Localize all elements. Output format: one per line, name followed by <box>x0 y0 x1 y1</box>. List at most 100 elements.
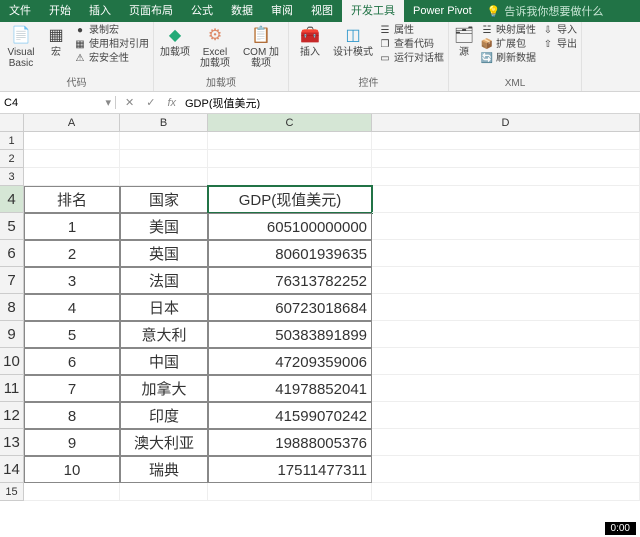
tab-layout[interactable]: 页面布局 <box>120 0 182 22</box>
cell-gdp[interactable]: 50383891899 <box>208 321 372 348</box>
design-mode-button[interactable]: ◫设计模式 <box>333 24 373 58</box>
cell[interactable] <box>120 150 208 168</box>
cell-gdp[interactable]: 19888005376 <box>208 429 372 456</box>
cell-country[interactable]: 英国 <box>120 240 208 267</box>
tab-review[interactable]: 审阅 <box>262 0 302 22</box>
cell[interactable] <box>372 456 640 483</box>
cell[interactable] <box>372 186 640 213</box>
cell[interactable] <box>120 168 208 186</box>
cell-gdp[interactable]: 47209359006 <box>208 348 372 375</box>
row-14[interactable]: 14 <box>0 456 24 483</box>
excel-addin-button[interactable]: ⚙Excel 加载项 <box>198 24 232 69</box>
row-1[interactable]: 1 <box>0 132 24 150</box>
cell[interactable] <box>24 168 120 186</box>
cancel-icon[interactable]: ✕ <box>122 96 137 109</box>
row-2[interactable]: 2 <box>0 150 24 168</box>
expand-button[interactable]: 📦扩展包 <box>481 38 536 51</box>
relative-ref-button[interactable]: ▦使用相对引用 <box>74 38 149 51</box>
cell[interactable] <box>372 168 640 186</box>
import-button[interactable]: ⇩导入 <box>542 24 577 37</box>
tab-view[interactable]: 视图 <box>302 0 342 22</box>
tab-pivot[interactable]: Power Pivot <box>404 0 481 22</box>
cell[interactable] <box>24 132 120 150</box>
cell-rank[interactable]: 7 <box>24 375 120 402</box>
name-box-input[interactable] <box>4 97 84 109</box>
formula-input[interactable] <box>185 97 634 109</box>
confirm-icon[interactable]: ✓ <box>143 96 158 109</box>
col-D[interactable]: D <box>372 114 640 131</box>
cell-gdp[interactable]: 60723018684 <box>208 294 372 321</box>
row-15[interactable]: 15 <box>0 483 24 501</box>
cell[interactable] <box>372 132 640 150</box>
cell-gdp[interactable]: 605100000000 <box>208 213 372 240</box>
cell[interactable] <box>372 429 640 456</box>
cell-rank[interactable]: 8 <box>24 402 120 429</box>
com-addin-button[interactable]: 📋COM 加载项 <box>238 24 284 69</box>
row-7[interactable]: 7 <box>0 267 24 294</box>
properties-button[interactable]: ☰属性 <box>379 24 444 37</box>
cell-rank[interactable]: 3 <box>24 267 120 294</box>
cell[interactable] <box>208 483 372 501</box>
col-C[interactable]: C <box>208 114 372 131</box>
cell-country[interactable]: 印度 <box>120 402 208 429</box>
cell-country[interactable]: 澳大利亚 <box>120 429 208 456</box>
col-A[interactable]: A <box>24 114 120 131</box>
select-all[interactable] <box>0 114 24 131</box>
row-13[interactable]: 13 <box>0 429 24 456</box>
cell-country[interactable]: 美国 <box>120 213 208 240</box>
cell[interactable] <box>372 321 640 348</box>
cell[interactable] <box>24 483 120 501</box>
cell-country[interactable]: 中国 <box>120 348 208 375</box>
cell-rank[interactable]: 6 <box>24 348 120 375</box>
cell[interactable] <box>208 132 372 150</box>
cell[interactable] <box>208 168 372 186</box>
cell-rank[interactable]: 9 <box>24 429 120 456</box>
cell-rank-header[interactable]: 排名 <box>24 186 120 213</box>
cell[interactable] <box>372 402 640 429</box>
row-8[interactable]: 8 <box>0 294 24 321</box>
cell-country[interactable]: 瑞典 <box>120 456 208 483</box>
chevron-down-icon[interactable]: ▾ <box>105 96 111 109</box>
cell-country-header[interactable]: 国家 <box>120 186 208 213</box>
tab-file[interactable]: 文件 <box>0 0 40 22</box>
cell-rank[interactable]: 1 <box>24 213 120 240</box>
cell[interactable] <box>120 483 208 501</box>
cell-gdp[interactable]: 76313782252 <box>208 267 372 294</box>
fx-icon[interactable]: fx <box>164 97 179 109</box>
tab-dev[interactable]: 开发工具 <box>342 0 404 22</box>
tab-start[interactable]: 开始 <box>40 0 80 22</box>
macro-button[interactable]: ▦ 宏 <box>44 24 68 58</box>
cell[interactable] <box>372 294 640 321</box>
row-10[interactable]: 10 <box>0 348 24 375</box>
tab-data[interactable]: 数据 <box>222 0 262 22</box>
cell-country[interactable]: 日本 <box>120 294 208 321</box>
cell[interactable] <box>372 150 640 168</box>
cell[interactable] <box>372 483 640 501</box>
row-6[interactable]: 6 <box>0 240 24 267</box>
cell[interactable] <box>208 150 372 168</box>
map-props-button[interactable]: ☱映射属性 <box>481 24 536 37</box>
cell-rank[interactable]: 2 <box>24 240 120 267</box>
cell-gdp[interactable]: 17511477311 <box>208 456 372 483</box>
cell[interactable] <box>120 132 208 150</box>
insert-control-button[interactable]: 🧰插入 <box>293 24 327 58</box>
cell-gdp[interactable]: 41599070242 <box>208 402 372 429</box>
cell-rank[interactable]: 4 <box>24 294 120 321</box>
col-B[interactable]: B <box>120 114 208 131</box>
visual-basic-button[interactable]: 📄 Visual Basic <box>4 24 38 69</box>
addin-button[interactable]: ◆加载项 <box>158 24 192 58</box>
macro-security-button[interactable]: ⚠宏安全性 <box>74 52 149 65</box>
cell[interactable] <box>372 348 640 375</box>
cell-gdp-header[interactable]: GDP(现值美元) <box>208 186 372 213</box>
cell-country[interactable]: 法国 <box>120 267 208 294</box>
cell[interactable] <box>24 150 120 168</box>
xml-source-button[interactable]: 🗂源 <box>453 24 475 58</box>
cell[interactable] <box>372 375 640 402</box>
cell[interactable] <box>372 213 640 240</box>
row-11[interactable]: 11 <box>0 375 24 402</box>
cell-rank[interactable]: 5 <box>24 321 120 348</box>
cell[interactable] <box>372 267 640 294</box>
row-5[interactable]: 5 <box>0 213 24 240</box>
refresh-button[interactable]: 🔄刷新数据 <box>481 52 536 65</box>
cell-gdp[interactable]: 80601939635 <box>208 240 372 267</box>
